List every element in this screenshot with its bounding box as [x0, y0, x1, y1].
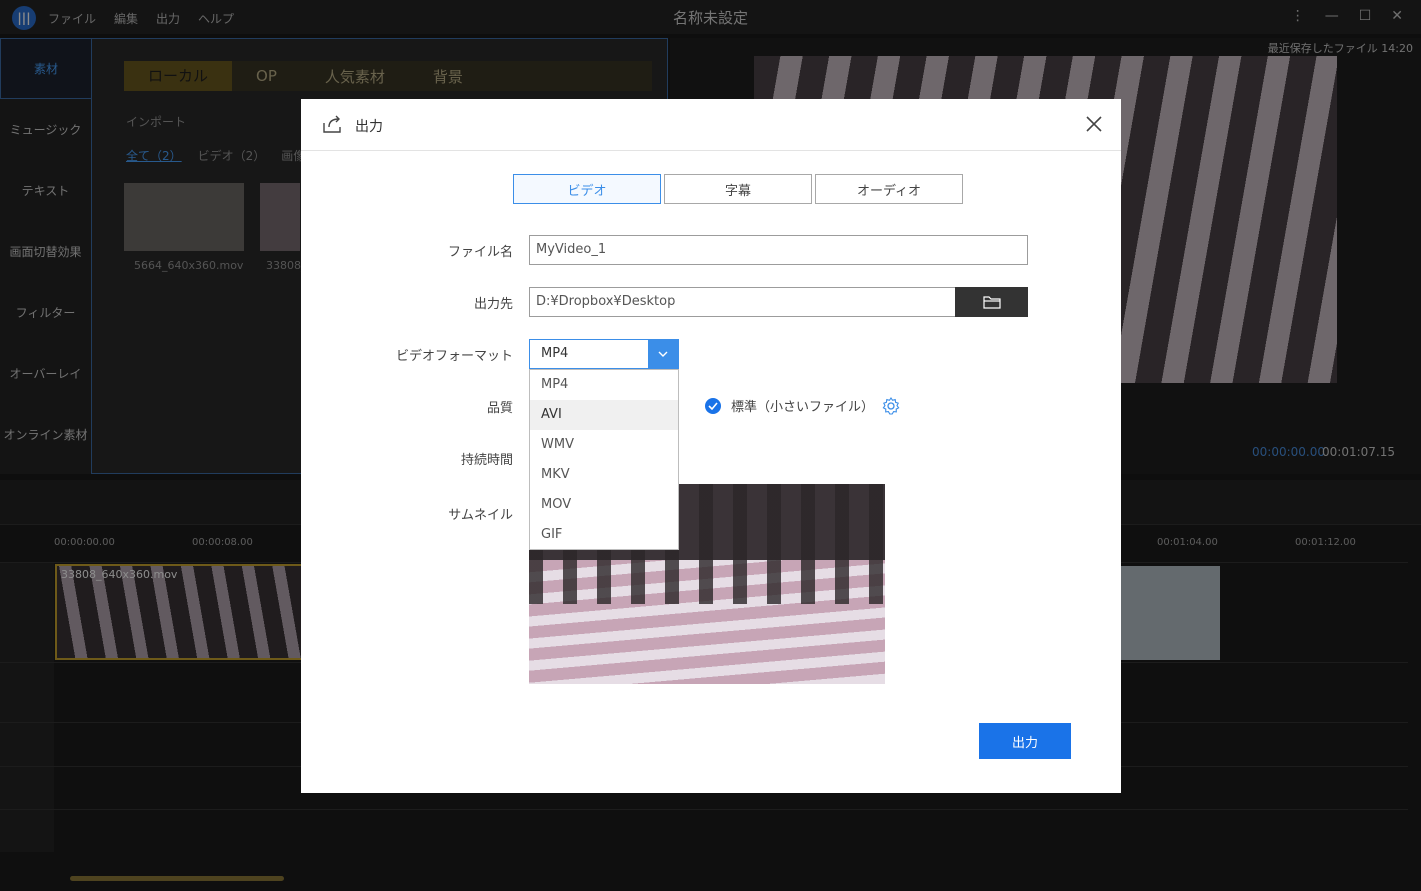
format-option-mkv[interactable]: MKV: [530, 460, 678, 490]
chevron-down-icon[interactable]: [648, 340, 678, 368]
format-option-avi[interactable]: AVI: [530, 400, 678, 430]
format-label: ビデオフォーマット: [395, 349, 513, 364]
export-tabs: ビデオ 字幕 オーディオ: [513, 174, 963, 204]
output-path-field[interactable]: D:¥Dropbox¥Desktop: [529, 287, 956, 317]
quality-label: 品質: [486, 401, 513, 416]
filename-field[interactable]: MyVideo_1: [529, 235, 1028, 265]
check-icon[interactable]: [705, 397, 721, 414]
quality-option[interactable]: 標準（小さいファイル）: [705, 396, 874, 415]
format-select[interactable]: MP4: [529, 339, 679, 369]
tab-video[interactable]: ビデオ: [513, 174, 661, 204]
tab-subtitle[interactable]: 字幕: [664, 174, 812, 204]
dialog-title: 出力: [355, 119, 383, 135]
quality-option-label: 標準（小さいファイル）: [731, 400, 875, 415]
folder-icon: [982, 296, 1001, 309]
thumbnail-label: サムネイル: [448, 508, 513, 523]
format-option-gif[interactable]: GIF: [530, 520, 678, 550]
export-button[interactable]: 出力: [979, 723, 1071, 759]
format-option-wmv[interactable]: WMV: [530, 430, 678, 460]
output-path-label: 出力先: [473, 297, 513, 312]
gear-icon[interactable]: [881, 396, 901, 416]
format-option-mp4[interactable]: MP4: [530, 370, 678, 400]
format-selected: MP4: [541, 346, 569, 361]
dialog-header: 出力: [301, 99, 1121, 151]
filename-label: ファイル名: [447, 245, 513, 260]
browse-folder-button[interactable]: [955, 287, 1028, 317]
export-dialog: 出力 ビデオ 字幕 オーディオ ファイル名 MyVideo_1 出力先 D:¥D…: [301, 99, 1121, 793]
close-icon[interactable]: [1083, 113, 1105, 135]
tab-audio[interactable]: オーディオ: [815, 174, 963, 204]
format-dropdown: MP4 AVI WMV MKV MOV GIF: [529, 369, 679, 550]
duration-label: 持続時間: [460, 453, 513, 468]
export-icon: [323, 115, 341, 133]
format-option-mov[interactable]: MOV: [530, 490, 678, 520]
